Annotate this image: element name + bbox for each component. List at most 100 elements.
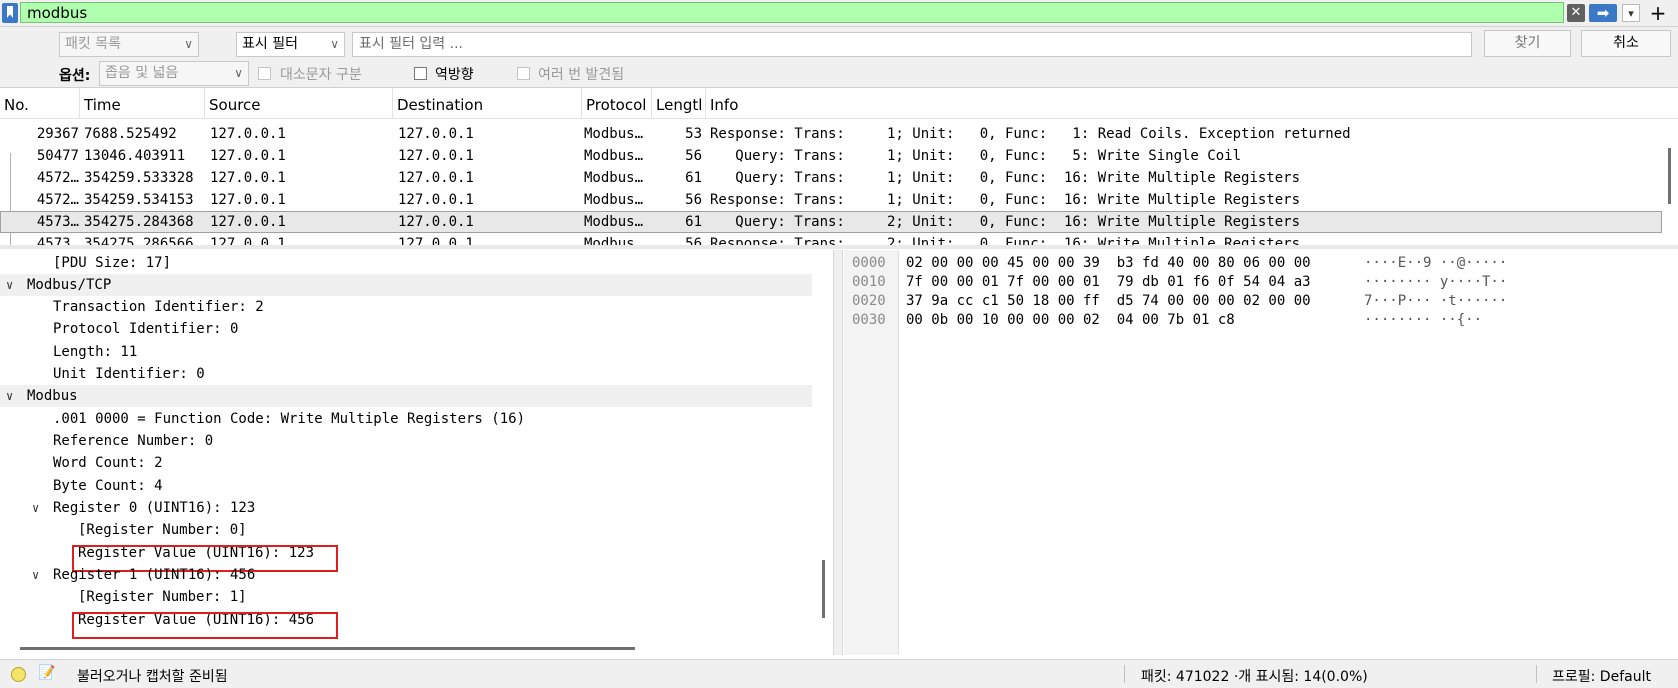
column-header-no[interactable]: No. <box>0 88 80 118</box>
profile-text[interactable]: 프로필: Default <box>1552 666 1651 686</box>
chevron-down-icon: ∨ <box>330 37 339 51</box>
char-width-select[interactable]: 좁음 및 넓음 ∨ <box>99 61 249 86</box>
cell-destination: 127.0.0.1 <box>398 126 474 142</box>
detail-line[interactable]: Word Count: 2 <box>0 452 812 474</box>
options-label: 옵션: <box>59 68 91 84</box>
detail-line[interactable]: Length: 11 <box>0 341 812 363</box>
packet-row-selected[interactable]: 4573… 354275.284368 127.0.0.1 127.0.0.1 … <box>0 211 1662 233</box>
cell-protocol: Modbus… <box>584 214 644 230</box>
packet-row[interactable]: 50477 13046.403911 127.0.0.1 127.0.0.1 M… <box>0 145 1662 167</box>
chevron-down-icon: ∨ <box>234 66 243 80</box>
tree-node-modbus[interactable]: ∨ Modbus <box>0 385 812 407</box>
cell-destination: 127.0.0.1 <box>398 236 474 249</box>
detail-line[interactable]: Reference Number: 0 <box>0 430 812 452</box>
expand-chevron-icon[interactable]: ∨ <box>32 497 39 519</box>
pane-splitter[interactable] <box>833 250 843 655</box>
apply-filter-icon[interactable]: ➡ <box>1589 4 1617 22</box>
packet-row[interactable]: 29367 7688.525492 127.0.0.1 127.0.0.1 Mo… <box>0 123 1662 145</box>
cell-time: 354259.534153 <box>84 192 194 208</box>
detail-line[interactable]: [Register Number: 1] <box>0 586 812 608</box>
detail-line[interactable]: [Register Number: 0] <box>0 519 812 541</box>
tree-node-register-0[interactable]: ∨ Register 0 (UINT16): 123 <box>0 497 812 519</box>
packet-row[interactable]: 4572… 354259.534153 127.0.0.1 127.0.0.1 … <box>0 189 1662 211</box>
tree-node-modbus-tcp[interactable]: ∨ Modbus/TCP <box>0 274 812 296</box>
multiple-occurrences-checkbox[interactable] <box>517 67 530 80</box>
byte-hex[interactable]: 00 0b 00 10 00 00 00 02 04 00 7b 01 c8 <box>906 311 1235 330</box>
cell-destination: 127.0.0.1 <box>398 192 474 208</box>
cell-no: 29367 <box>36 126 79 142</box>
cell-destination: 127.0.0.1 <box>398 170 474 186</box>
display-filter-input[interactable]: modbus <box>20 2 1564 23</box>
find-filter-input[interactable]: 표시 필터 입력 ... <box>352 32 1472 57</box>
register-0-number-text: [Register Number: 0] <box>78 522 247 538</box>
search-in-value: 패킷 목록 <box>65 36 121 52</box>
recent-filters-dropdown-icon[interactable]: ▾ <box>1622 4 1640 22</box>
column-header-time[interactable]: Time <box>80 88 205 118</box>
search-type-value: 표시 필터 <box>242 36 298 52</box>
status-separator <box>1536 665 1537 683</box>
find-button[interactable]: 찾기 <box>1484 30 1571 57</box>
column-header-info[interactable]: Info <box>706 88 1666 118</box>
byte-hex[interactable]: 37 9a cc c1 50 18 00 ff d5 74 00 00 00 0… <box>906 292 1311 311</box>
modbus-label: Modbus <box>27 388 78 404</box>
register-0-text: Register 0 (UINT16): 123 <box>53 500 256 516</box>
cell-protocol: Modbus… <box>584 126 644 142</box>
byte-count-text: Byte Count: 4 <box>53 478 163 494</box>
capture-comment-icon[interactable]: 📝 <box>38 665 55 681</box>
cell-source: 127.0.0.1 <box>210 192 286 208</box>
column-header-destination[interactable]: Destination <box>393 88 582 118</box>
function-code-text: .001 0000 = Function Code: Write Multipl… <box>53 411 526 427</box>
protocol-id-text: Protocol Identifier: 0 <box>53 321 239 337</box>
byte-offset: 0010 <box>852 274 886 290</box>
packet-row[interactable]: 4573… 354275.286566 127.0.0.1 127.0.0.1 … <box>0 233 1662 249</box>
byte-ascii[interactable]: ····E··9 ··@····· <box>1364 254 1507 273</box>
case-sensitive-checkbox[interactable] <box>258 67 271 80</box>
clear-filter-icon[interactable]: ✕ <box>1567 4 1585 22</box>
add-filter-button-icon[interactable]: + <box>1648 2 1668 24</box>
expert-info-icon[interactable] <box>11 667 26 682</box>
cancel-button[interactable]: 취소 <box>1581 30 1671 57</box>
case-sensitive-label: 대소문자 구분 <box>280 67 362 83</box>
cell-no: 4572… <box>36 192 79 208</box>
cell-length: 56 <box>685 192 702 208</box>
detail-line[interactable]: Transaction Identifier: 2 <box>0 296 812 318</box>
detail-line[interactable]: .001 0000 = Function Code: Write Multipl… <box>0 408 812 430</box>
detail-line[interactable]: Protocol Identifier: 0 <box>0 318 812 340</box>
expand-chevron-icon[interactable]: ∨ <box>32 564 39 586</box>
length-text: Length: 11 <box>53 344 138 360</box>
reverse-checkbox[interactable] <box>414 67 427 80</box>
detail-line[interactable]: Byte Count: 4 <box>0 475 812 497</box>
byte-offset: 0000 <box>852 255 886 271</box>
detail-line[interactable]: Unit Identifier: 0 <box>0 363 812 385</box>
byte-hex[interactable]: 7f 00 00 01 7f 00 00 01 79 db 01 f6 0f 5… <box>906 273 1311 292</box>
cell-time: 354259.533328 <box>84 170 194 186</box>
cell-time: 354275.284368 <box>84 214 194 230</box>
packet-details-pane: [PDU Size: 17] ∨ Modbus/TCP Transaction … <box>0 250 832 655</box>
multiple-occurrences-label: 여러 번 발견됨 <box>538 67 625 83</box>
chevron-down-icon: ∨ <box>184 37 193 51</box>
filter-bookmark-icon[interactable] <box>2 3 18 23</box>
byte-ascii[interactable]: ········ y····T·· <box>1364 273 1507 292</box>
cell-destination: 127.0.0.1 <box>398 214 474 230</box>
expand-chevron-icon[interactable]: ∨ <box>6 385 13 407</box>
column-header-protocol[interactable]: Protocol <box>582 88 652 118</box>
expand-chevron-icon[interactable]: ∨ <box>6 274 13 296</box>
byte-ascii[interactable]: 7···P··· ·t······ <box>1364 292 1507 311</box>
byte-hex[interactable]: 02 00 00 00 45 00 00 39 b3 fd 40 00 80 0… <box>906 254 1311 273</box>
cell-length: 61 <box>685 214 702 230</box>
byte-ascii[interactable]: ········ ··{·· <box>1364 311 1482 330</box>
packet-list-scrollbar[interactable] <box>1668 148 1671 204</box>
status-bar: 📝 불러오거나 캡처할 준비됨 패킷: 471022 ·개 표시됨: 14(0.… <box>0 659 1678 688</box>
cell-source: 127.0.0.1 <box>210 126 286 142</box>
detail-line[interactable]: [PDU Size: 17] <box>0 252 812 274</box>
search-type-select[interactable]: 표시 필터 ∨ <box>236 32 345 57</box>
cell-length: 56 <box>685 148 702 164</box>
packet-row[interactable]: 4572… 354259.533328 127.0.0.1 127.0.0.1 … <box>0 167 1662 189</box>
details-vertical-scrollbar[interactable] <box>822 560 825 618</box>
details-horizontal-scrollbar[interactable] <box>20 647 635 650</box>
search-in-select[interactable]: 패킷 목록 ∨ <box>59 32 199 57</box>
packet-list: No. Time Source Destination Protocol Len… <box>0 88 1678 249</box>
byte-offset: 0020 <box>852 293 886 309</box>
column-header-length[interactable]: Lengtl <box>652 88 706 118</box>
tree-node-register-1[interactable]: ∨ Register 1 (UINT16): 456 <box>0 564 812 586</box>
